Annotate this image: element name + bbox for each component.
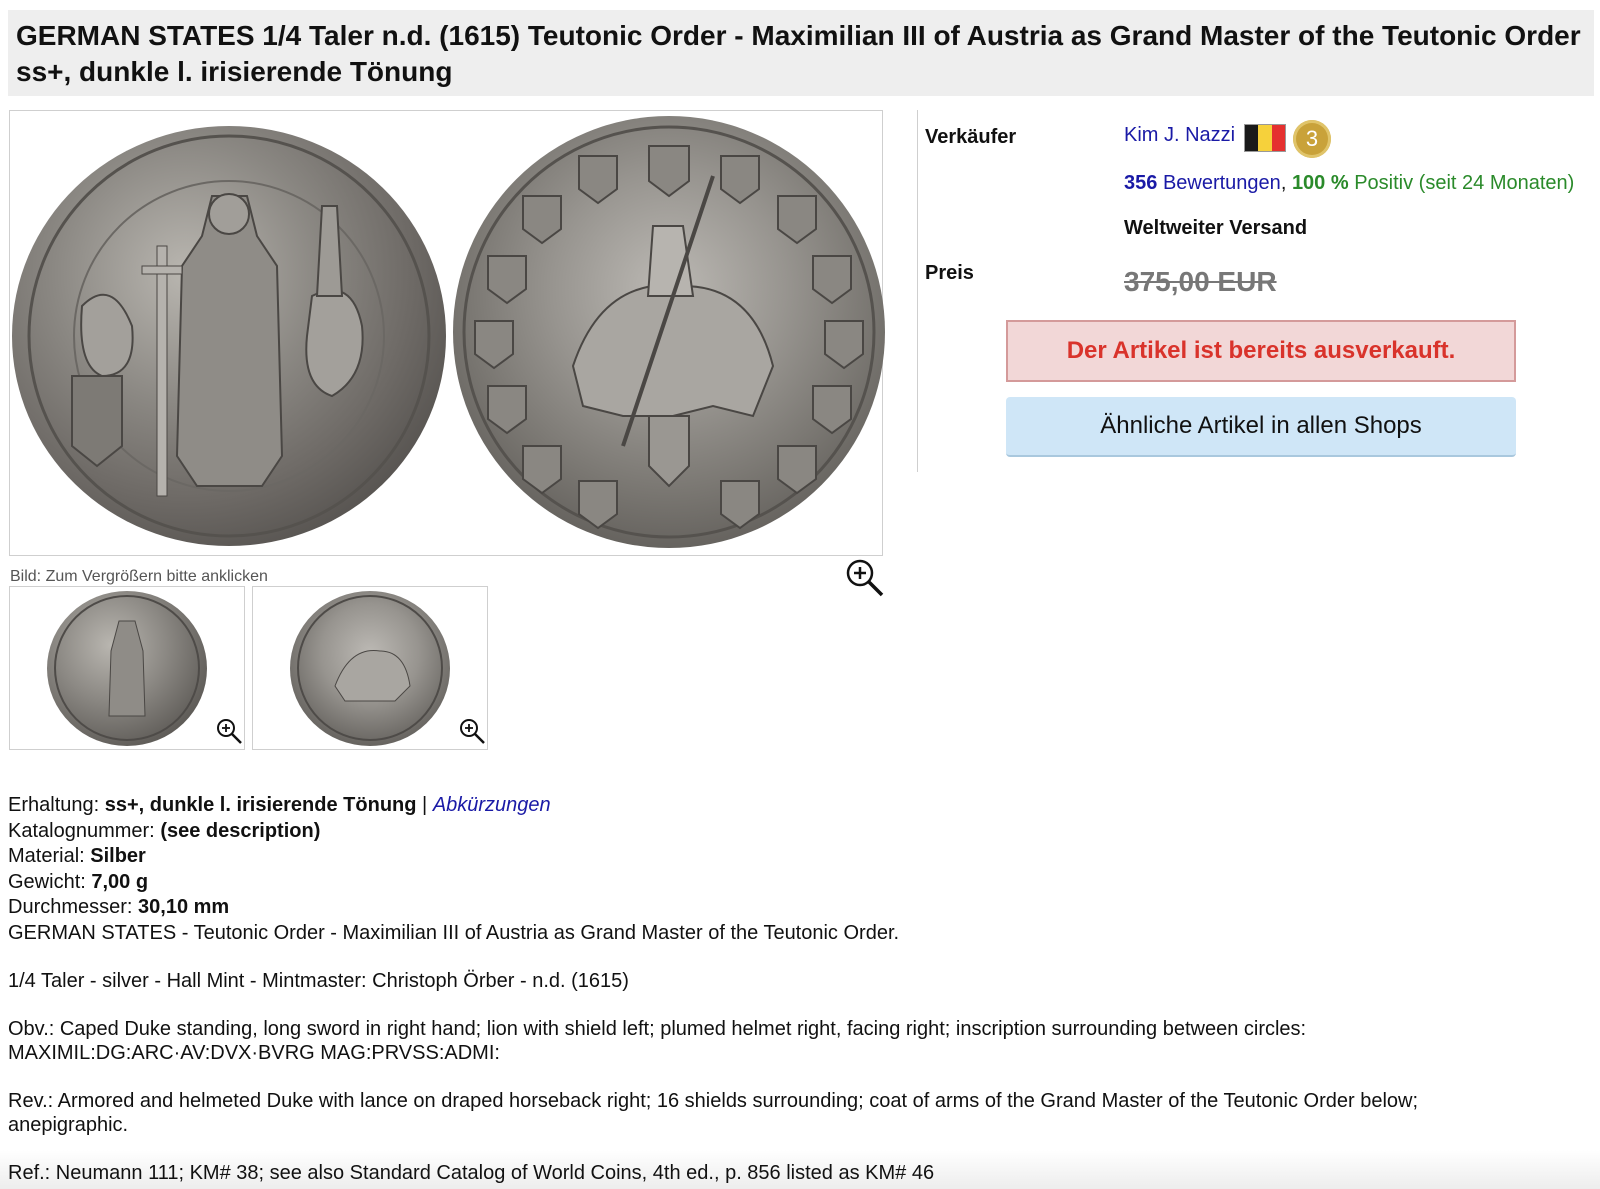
description-line-1: GERMAN STATES - Teutonic Order - Maximil… [8,922,900,944]
weight-row: Gewicht: 7,00 g [8,870,1588,896]
coin-obverse [12,126,446,546]
page-title: GERMAN STATES 1/4 Taler n.d. (1615) Teut… [16,20,1581,87]
diameter-label: Durchmesser: [8,896,133,918]
description-obverse: Obv.: Caped Duke standing, long sword in… [8,1018,1307,1040]
ratings-link[interactable]: Bewertungen [1163,172,1281,194]
title-bar: GERMAN STATES 1/4 Taler n.d. (1615) Teut… [8,10,1594,96]
diameter-value: 30,10 mm [138,896,230,918]
abbreviations-link[interactable]: Abkürzungen [433,794,551,816]
coin-obverse-artwork [27,134,431,538]
condition-label: Erhaltung: [8,794,100,816]
ratings-count[interactable]: 356 [1124,172,1157,194]
description-obverse-inscription: MAXIMIL:DG:ARC·AV:DVX·BVRG MAG:PRVSS:ADM… [8,1042,500,1064]
description-line-2: 1/4 Taler - silver - Hall Mint - Mintmas… [8,970,629,992]
separator: | [422,794,428,816]
thumbnail-obverse[interactable] [9,586,245,750]
coin-reverse-artwork [462,125,876,539]
thumbnail-zoom-icon [215,717,243,745]
catalog-row: Katalognummer: (see description) [8,819,1588,845]
weight-label: Gewicht: [8,870,86,893]
thumbnail-reverse-coin [290,591,450,746]
description-reference: Ref.: Neumann 111; KM# 38; see also Stan… [8,1162,935,1184]
seller-ratings: 356 Bewertungen, 100 % Positiv (seit 24 … [1124,172,1574,195]
thumbnail-reverse[interactable] [252,586,488,750]
catalog-label: Katalognummer: [8,819,155,842]
price-value: 375,00 EUR [1124,266,1277,297]
shipping-info: Weltweiter Versand [1124,217,1308,239]
material-row: Material: Silber [8,844,1588,870]
material-label: Material: [8,845,85,867]
diameter-row: Durchmesser: 30,10 mm [8,895,1588,921]
description-reverse-cont: anepigraphic. [8,1114,129,1136]
thumbnail-zoom-icon [458,717,486,745]
material-value: Silber [90,845,146,867]
item-details: Erhaltung: ss+, dunkle l. irisierende Tö… [8,793,1588,921]
image-caption: Bild: Zum Vergrößern bitte anklicken [10,568,268,585]
main-coin-image[interactable] [9,110,885,556]
condition-value: ss+, dunkle l. irisierende Tönung [104,794,417,816]
price-label: Preis [925,262,974,284]
coin-reverse [453,116,885,548]
description-reverse: Rev.: Armored and helmeted Duke with lan… [8,1090,1419,1112]
seller-label: Verkäufer [925,126,1017,148]
sold-out-notice: Der Artikel ist bereits ausverkauft. [1006,320,1516,382]
thumbnail-obverse-coin [47,591,207,746]
belgium-flag-icon [1244,124,1286,152]
weight-value: 7,00 g [91,870,149,893]
positive-label: Positiv (seit 24 Monaten) [1354,172,1575,194]
positive-percentage: 100 % [1291,172,1349,194]
seller-name-link[interactable]: Kim J. Nazzi [1124,124,1235,147]
zoom-magnifier-icon[interactable] [845,558,885,598]
similar-items-button[interactable]: Ähnliche Artikel in allen Shops [1006,397,1516,457]
ratings-comma: , [1280,172,1287,194]
catalog-value: (see description) [160,819,321,842]
seller-level-badge: 3 [1293,120,1331,158]
condition-row: Erhaltung: ss+, dunkle l. irisierende Tö… [8,793,1588,819]
